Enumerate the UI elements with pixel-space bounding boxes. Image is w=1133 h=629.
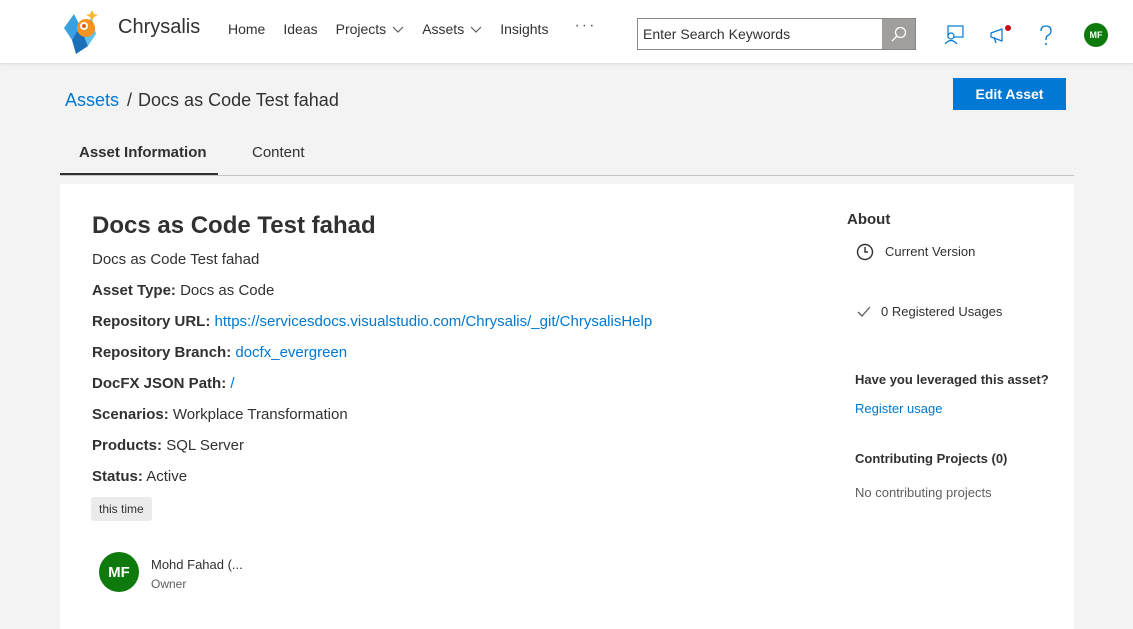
top-bar: Chrysalis Home Ideas Projects Assets Ins… (0, 0, 1133, 64)
contributing-projects-title: Contributing Projects (0) (855, 451, 1008, 466)
nav-more-button[interactable]: ··· (574, 17, 596, 35)
about-title: About (847, 211, 891, 228)
asset-title: Docs as Code Test fahad (92, 212, 376, 239)
search-icon (891, 26, 906, 42)
no-contributing-projects: No contributing projects (855, 485, 992, 500)
clock-icon (856, 243, 874, 261)
active-tab-indicator (60, 173, 218, 175)
search-input[interactable] (638, 19, 882, 49)
chevron-down-icon (470, 26, 482, 33)
field-repository-url: Repository URL: https://servicesdocs.vis… (92, 313, 653, 330)
chrysalis-logo-icon[interactable] (58, 6, 104, 56)
field-repository-branch: Repository Branch: docfx_evergreen (92, 344, 348, 361)
leverage-question: Have you leveraged this asset? (855, 372, 1049, 387)
tag-chip[interactable]: this time (91, 497, 152, 521)
field-scenarios: Scenarios: Workplace Transformation (92, 406, 348, 423)
feedback-icon[interactable] (943, 24, 965, 46)
field-docfx-path: DocFX JSON Path: / (92, 375, 235, 392)
nav-insights[interactable]: Insights (500, 21, 548, 37)
docfx-path-link[interactable]: / (230, 375, 234, 392)
search-box (637, 18, 916, 50)
search-button[interactable] (882, 19, 915, 49)
user-avatar[interactable]: MF (1084, 23, 1108, 47)
current-version: Current Version (855, 241, 975, 261)
tab-asset-information[interactable]: Asset Information (79, 144, 207, 161)
breadcrumb: Assets / Docs as Code Test fahad (65, 90, 339, 111)
breadcrumb-current: Docs as Code Test fahad (138, 90, 339, 110)
nav-assets[interactable]: Assets (422, 21, 482, 37)
breadcrumb-separator: / (127, 90, 133, 110)
repository-branch-link[interactable]: docfx_evergreen (235, 344, 347, 361)
nav-home[interactable]: Home (228, 21, 265, 37)
tab-content[interactable]: Content (252, 144, 305, 161)
owner-avatar[interactable]: MF (99, 552, 139, 592)
brand-name[interactable]: Chrysalis (118, 16, 200, 39)
repository-url-link[interactable]: https://servicesdocs.visualstudio.com/Ch… (215, 313, 653, 330)
help-icon[interactable] (1035, 24, 1057, 46)
tab-bar: Asset Information Content (60, 134, 1074, 176)
nav-ideas[interactable]: Ideas (283, 21, 317, 37)
asset-card: Docs as Code Test fahad Docs as Code Tes… (60, 184, 1074, 629)
registered-usages: 0 Registered Usages (857, 304, 1002, 319)
megaphone-icon[interactable] (989, 24, 1011, 46)
owner-name[interactable]: Mohd Fahad (... (151, 557, 243, 572)
field-products: Products: SQL Server (92, 437, 244, 454)
main-nav: Home Ideas Projects Assets Insights ··· (228, 17, 596, 38)
chevron-down-icon (392, 26, 404, 33)
checkmark-icon (857, 306, 871, 317)
edit-asset-button[interactable]: Edit Asset (953, 78, 1066, 110)
owner-role: Owner (151, 577, 187, 591)
register-usage-link[interactable]: Register usage (855, 401, 942, 416)
nav-projects[interactable]: Projects (336, 21, 405, 37)
asset-description: Docs as Code Test fahad (92, 251, 260, 268)
breadcrumb-assets-link[interactable]: Assets (65, 90, 119, 111)
field-asset-type: Asset Type: Docs as Code (92, 282, 275, 299)
field-status: Status: Active (92, 468, 188, 485)
